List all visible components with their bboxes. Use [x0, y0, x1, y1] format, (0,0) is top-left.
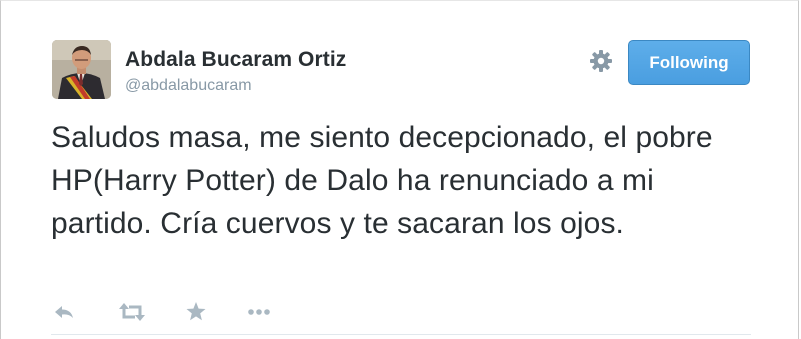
- tweet-card: Abdala Bucaram Ortiz @abdalabucaram Foll…: [0, 0, 799, 339]
- display-name[interactable]: Abdala Bucaram Ortiz: [125, 48, 346, 72]
- gear-icon[interactable]: [589, 49, 613, 73]
- avatar[interactable]: [52, 40, 111, 99]
- reply-icon[interactable]: [51, 299, 77, 325]
- tweet-text: Saludos masa, me siento decepcionado, el…: [51, 121, 713, 240]
- star-icon[interactable]: [184, 299, 210, 325]
- following-button[interactable]: Following: [628, 40, 750, 85]
- avatar-image: [52, 40, 111, 99]
- user-handle[interactable]: @abdalabucaram: [125, 77, 252, 95]
- more-icon[interactable]: [247, 299, 273, 325]
- divider: [51, 334, 751, 335]
- retweet-icon[interactable]: [117, 299, 145, 325]
